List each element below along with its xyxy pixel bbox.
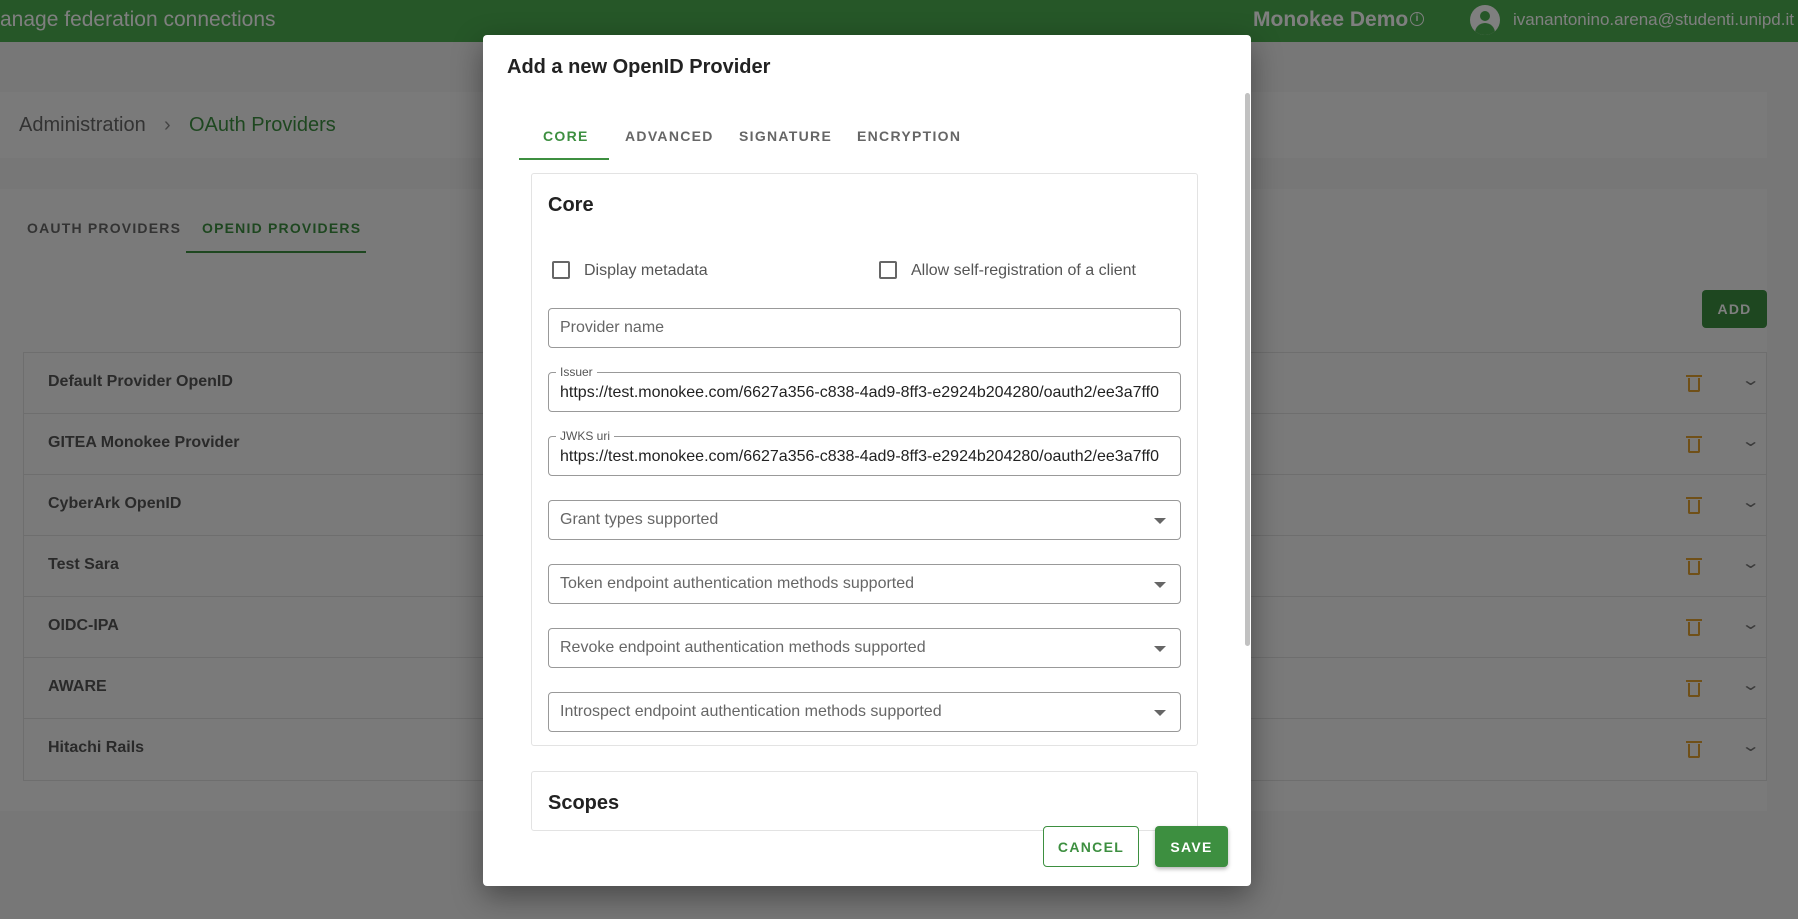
introspect-auth-methods-select[interactable]: Introspect endpoint authentication metho… xyxy=(548,692,1181,732)
tab-encryption[interactable]: ENCRYPTION xyxy=(857,128,961,144)
dialog-title: Add a new OpenID Provider xyxy=(507,56,771,78)
add-openid-provider-dialog: Add a new OpenID Provider CORE ADVANCED … xyxy=(483,35,1251,886)
select-placeholder: Token endpoint authentication methods su… xyxy=(560,575,915,592)
section-title: Core xyxy=(548,194,594,216)
field-label: Issuer xyxy=(556,365,597,379)
input-value[interactable]: https://test.monokee.com/6627a356-c838-4… xyxy=(560,448,1172,466)
active-tab-indicator xyxy=(519,158,609,160)
tab-core[interactable]: CORE xyxy=(543,128,589,144)
field-label: JWKS uri xyxy=(556,429,615,443)
dialog-scrollbar[interactable] xyxy=(1245,93,1250,646)
dropdown-arrow-icon xyxy=(1154,710,1166,716)
checkbox-icon[interactable] xyxy=(552,261,570,279)
select-placeholder: Introspect endpoint authentication metho… xyxy=(560,703,942,720)
scopes-section: Scopes xyxy=(531,771,1198,831)
dropdown-arrow-icon xyxy=(1154,582,1166,588)
issuer-input[interactable]: Issuer https://test.monokee.com/6627a356… xyxy=(548,365,1181,412)
provider-name-input[interactable]: Provider name xyxy=(548,308,1181,348)
jwks-uri-input[interactable]: JWKS uri https://test.monokee.com/6627a3… xyxy=(548,429,1181,476)
tab-signature[interactable]: SIGNATURE xyxy=(739,128,832,144)
checkbox-icon[interactable] xyxy=(879,261,897,279)
section-title: Scopes xyxy=(548,792,620,814)
checkbox-label[interactable]: Allow self-registration of a client xyxy=(911,262,1136,280)
checkbox-label[interactable]: Display metadata xyxy=(584,262,708,280)
grant-types-select[interactable]: Grant types supported xyxy=(548,500,1181,540)
select-placeholder: Revoke endpoint authentication methods s… xyxy=(560,639,926,656)
select-placeholder: Grant types supported xyxy=(560,511,719,528)
revoke-auth-methods-select[interactable]: Revoke endpoint authentication methods s… xyxy=(548,628,1181,668)
dropdown-arrow-icon xyxy=(1154,518,1166,524)
input-placeholder: Provider name xyxy=(560,319,665,336)
core-section: Core Display metadata Allow self-registr… xyxy=(531,173,1198,746)
token-auth-methods-select[interactable]: Token endpoint authentication methods su… xyxy=(548,564,1181,604)
dropdown-arrow-icon xyxy=(1154,646,1166,652)
cancel-button[interactable]: CANCEL xyxy=(1043,826,1139,867)
tab-advanced[interactable]: ADVANCED xyxy=(625,128,714,144)
save-button[interactable]: SAVE xyxy=(1155,826,1228,867)
input-value[interactable]: https://test.monokee.com/6627a356-c838-4… xyxy=(560,384,1172,402)
